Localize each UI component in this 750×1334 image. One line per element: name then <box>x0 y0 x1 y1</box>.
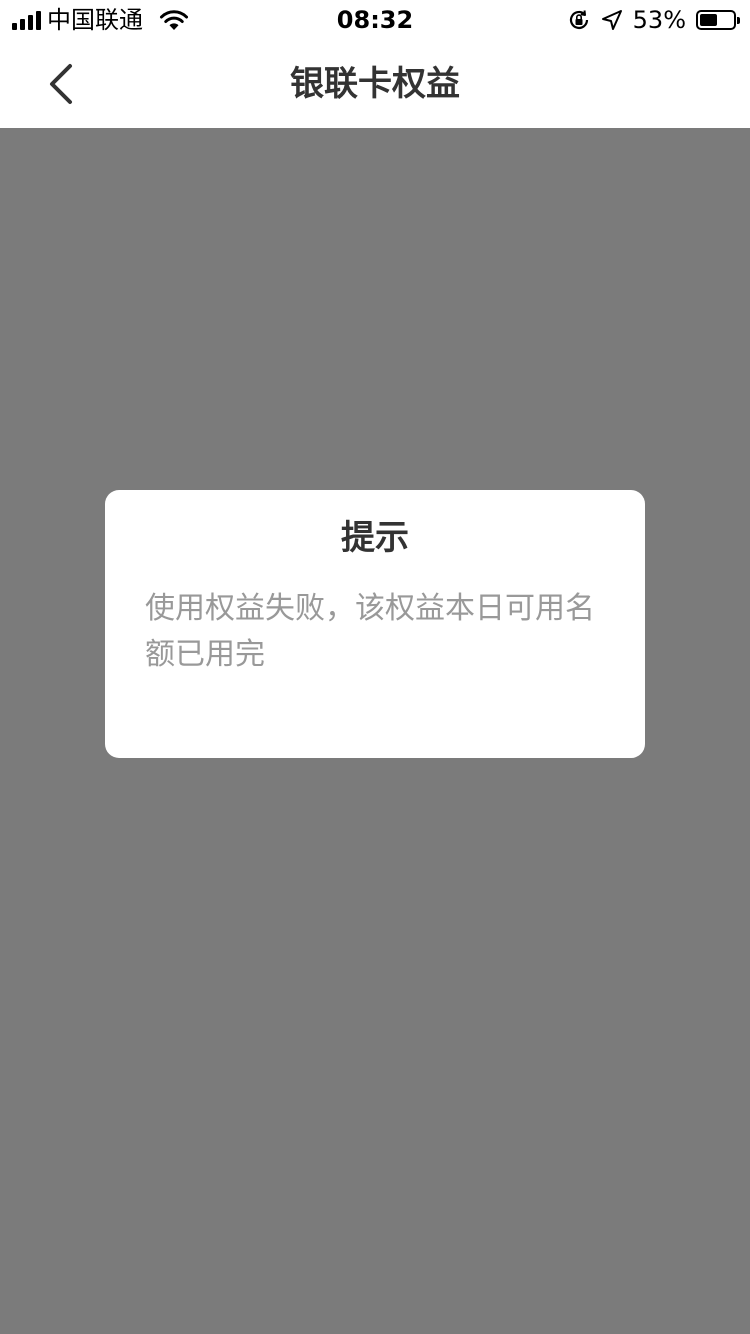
status-right: 53% <box>567 6 740 34</box>
page-title: 银联卡权益 <box>290 64 460 104</box>
nav-bar: 银联卡权益 <box>0 40 750 128</box>
dialog-title: 提示 <box>341 518 409 558</box>
orientation-lock-icon <box>569 10 588 29</box>
location-icon <box>601 10 622 30</box>
dialog-message: 使用权益失败，该权益本日可用名额已用完 <box>145 591 595 672</box>
battery-fill <box>700 14 717 26</box>
battery-icon <box>696 10 740 30</box>
battery-nub <box>737 17 740 24</box>
battery-percent: 53% <box>632 6 686 34</box>
status-bar: 中国联通 08:32 53% <box>0 0 750 40</box>
alert-dialog: 提示 使用权益失败，该权益本日可用名额已用完 <box>105 490 645 758</box>
